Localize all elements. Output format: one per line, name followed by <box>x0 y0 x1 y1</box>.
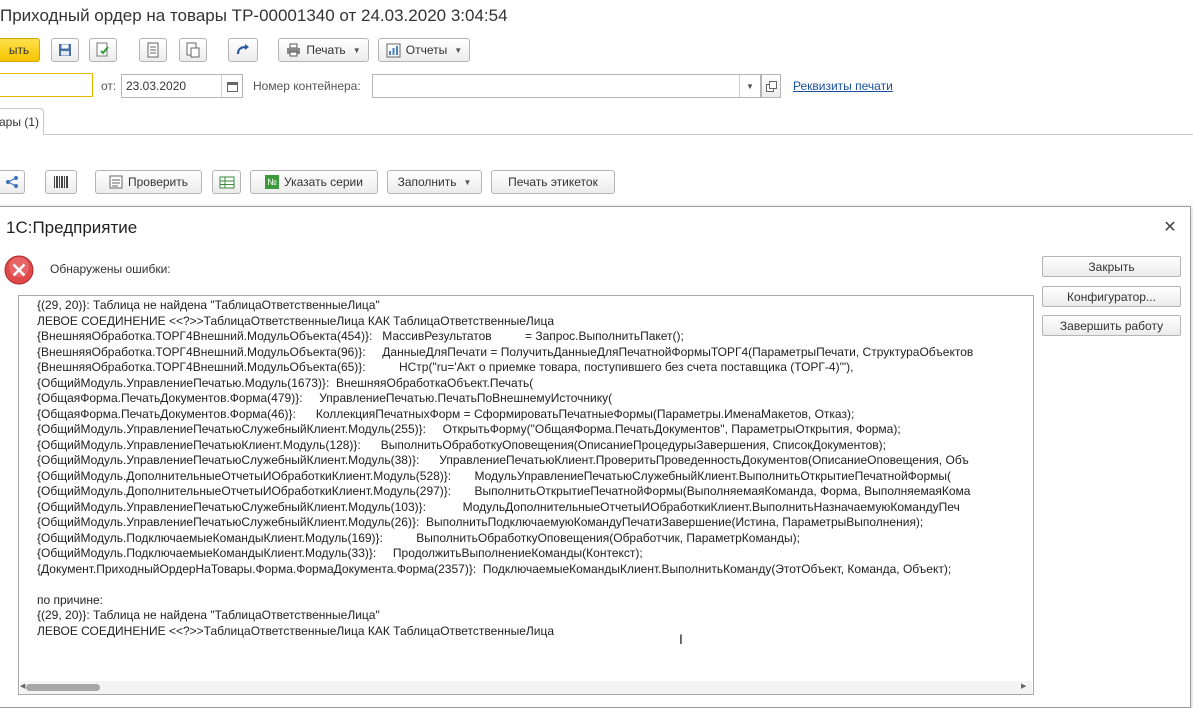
post-document-icon <box>96 42 109 57</box>
scroll-right-icon[interactable]: ▶ <box>1021 682 1026 690</box>
calendar-icon <box>226 81 238 92</box>
print-labels-label: Печать этикеток <box>508 175 598 189</box>
error-line: по причине: <box>37 592 103 607</box>
chevron-down-icon: ▼ <box>454 45 463 55</box>
error-line: {ВнешняяОбработка.ТОРГ4Внешний.МодульОбъ… <box>37 360 854 374</box>
error-line: ЛЕВОЕ СОЕДИНЕНИЕ <<?>>ТаблицаОтветственн… <box>37 623 554 638</box>
save-button[interactable] <box>51 38 79 62</box>
error-message: Обнаружены ошибки: <box>50 262 171 276</box>
chevron-down-icon: ▼ <box>352 45 361 55</box>
date-label: от: <box>101 79 117 93</box>
configurator-button[interactable]: Конфигуратор... <box>1042 286 1181 307</box>
error-line: {ОбщийМодуль.УправлениеПечатьюСлужебныйК… <box>37 499 960 514</box>
share-icon <box>5 176 18 188</box>
error-line: {ВнешняяОбработка.ТОРГ4Внешний.МодульОбъ… <box>37 344 974 359</box>
error-line: {ОбщийМодуль.ДополнительныеОтчетыИОбрабо… <box>37 468 951 483</box>
error-line: {ОбщийМодуль.УправлениеПечатьюКлиент.Мод… <box>37 437 886 452</box>
specify-series-button[interactable]: № Указать серии <box>250 170 378 194</box>
table-grid-icon <box>219 176 234 188</box>
scroll-left-icon[interactable]: ◀ <box>20 682 25 690</box>
error-line: {ОбщийМодуль.ПодключаемыеКомандыКлиент.М… <box>37 546 643 560</box>
date-field[interactable]: 23.03.2020 <box>121 74 243 98</box>
date-value: 23.03.2020 <box>126 79 187 93</box>
print-details-link[interactable]: Реквизиты печати <box>793 79 893 93</box>
error-line: {ОбщаяФорма.ПечатьДокументов.Форма(479)}… <box>37 391 613 405</box>
table-settings-button[interactable] <box>212 170 241 194</box>
error-line: {ВнешняяОбработка.ТОРГ4Внешний.МодульОбъ… <box>37 329 684 343</box>
close-icon[interactable]: ✕ <box>1162 217 1178 237</box>
text-cursor-icon: I <box>679 631 683 647</box>
container-number-label: Номер контейнера: <box>253 79 361 93</box>
error-details-text[interactable]: {(29, 20)}: Таблица не найдена "ТаблицаО… <box>18 295 1034 695</box>
window-title: Приходный ордер на товары ТР-00001340 от… <box>0 6 508 25</box>
copy-document-button[interactable] <box>179 38 207 62</box>
exit-button[interactable]: Завершить работу <box>1042 315 1181 336</box>
barcode-scan-button[interactable] <box>45 170 77 194</box>
fill-label: Заполнить <box>397 175 457 189</box>
fill-menu-button[interactable]: Заполнить ▼ <box>387 170 482 194</box>
tab-strip-divider <box>0 134 1193 135</box>
reports-icon <box>386 43 401 57</box>
printer-icon <box>287 43 301 57</box>
container-number-field[interactable]: ▼ <box>372 74 761 98</box>
floppy-disk-icon <box>59 44 71 56</box>
error-dialog: 1С:Предприятие ✕ Обнаружены ошибки: {(29… <box>0 206 1191 708</box>
open-form-icon <box>765 80 777 92</box>
print-labels-button[interactable]: Печать этикеток <box>491 170 615 194</box>
check-button[interactable]: Проверить <box>95 170 202 194</box>
go-to-button[interactable] <box>228 38 258 62</box>
print-label: Печать <box>306 43 346 57</box>
error-line: {ОбщийМодуль.ПодключаемыеКомандыКлиент.М… <box>37 530 800 545</box>
error-line: {Документ.ПриходныйОрдерНаТовары.Форма.Ф… <box>37 561 952 576</box>
check-label: Проверить <box>127 175 188 189</box>
error-line: {ОбщийМодуль.ДополнительныеОтчетыИОбрабо… <box>37 484 971 498</box>
error-line <box>37 577 1033 593</box>
post-button[interactable] <box>89 38 117 62</box>
share-button[interactable] <box>0 170 25 194</box>
calendar-button[interactable] <box>221 75 242 97</box>
open-container-button[interactable] <box>761 74 781 98</box>
close-button[interactable]: Закрыть <box>1042 256 1181 277</box>
post-and-close-button[interactable]: ыть <box>0 38 40 62</box>
reports-label: Отчеты <box>405 43 448 57</box>
dropdown-arrow-icon[interactable]: ▼ <box>739 75 760 97</box>
list-icon <box>147 42 159 58</box>
error-line: {ОбщийМодуль.УправлениеПечатьюСлужебныйК… <box>37 422 901 436</box>
specify-series-label: Указать серии <box>284 175 363 189</box>
dialog-title: 1С:Предприятие <box>6 218 138 237</box>
number-field[interactable] <box>0 73 93 97</box>
error-line: ЛЕВОЕ СОЕДИНЕНИЕ <<?>>ТаблицаОтветственн… <box>37 313 554 328</box>
tab-goods-label: ары (1) <box>0 115 39 129</box>
reports-menu-button[interactable]: Отчеты ▼ <box>378 38 470 62</box>
number-sign-icon: № <box>265 175 280 189</box>
arrow-right-curved-icon <box>236 44 249 55</box>
chevron-down-icon: ▼ <box>463 177 472 187</box>
tab-goods[interactable]: ары (1) <box>0 108 44 135</box>
scrollbar-thumb[interactable] <box>26 684 100 691</box>
error-line: {ОбщийМодуль.УправлениеПечатью.Модуль(16… <box>37 375 534 390</box>
horizontal-scrollbar[interactable]: ◀ ▶ <box>20 681 1032 694</box>
error-line: {(29, 20)}: Таблица не найдена "ТаблицаО… <box>37 298 380 312</box>
checklist-icon <box>109 175 123 189</box>
barcode-icon <box>54 176 68 188</box>
document-structure-icon <box>186 42 200 58</box>
error-line: {(29, 20)}: Таблица не найдена "ТаблицаО… <box>37 608 380 622</box>
error-line: {ОбщийМодуль.УправлениеПечатьюСлужебныйК… <box>37 453 969 467</box>
error-line: {ОбщаяФорма.ПечатьДокументов.Форма(46)}:… <box>37 406 855 421</box>
error-icon <box>4 255 34 288</box>
document-list-button[interactable] <box>139 38 167 62</box>
print-menu-button[interactable]: Печать ▼ <box>278 38 369 62</box>
error-lines: {(29, 20)}: Таблица не найдена "ТаблицаО… <box>37 298 1033 639</box>
error-line: {ОбщийМодуль.УправлениеПечатьюСлужебныйК… <box>37 515 924 529</box>
post-and-close-label: ыть <box>8 43 30 57</box>
